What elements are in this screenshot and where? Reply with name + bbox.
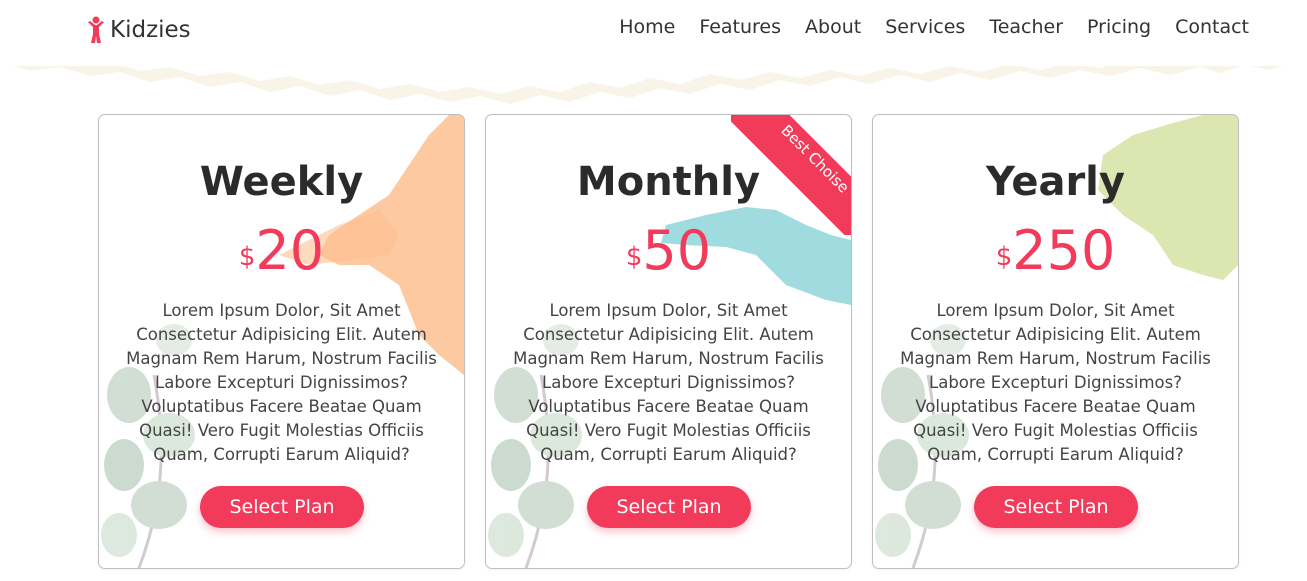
nav-pricing[interactable]: Pricing bbox=[1087, 16, 1151, 38]
plan-description: Lorem Ipsum Dolor, Sit Amet Consectetur … bbox=[126, 301, 437, 464]
plan-card-weekly: Weekly $20 Lorem Ipsum Dolor, Sit Amet C… bbox=[98, 114, 465, 569]
select-plan-button[interactable]: Select Plan bbox=[200, 486, 364, 528]
price-currency: $ bbox=[238, 242, 256, 272]
plan-description: Lorem Ipsum Dolor, Sit Amet Consectetur … bbox=[513, 301, 824, 464]
nav-contact[interactable]: Contact bbox=[1175, 16, 1249, 38]
nav-services[interactable]: Services bbox=[885, 16, 965, 38]
site-header: Kidzies Home Features About Services Tea… bbox=[0, 0, 1307, 66]
nav-about[interactable]: About bbox=[805, 16, 861, 38]
child-figure-icon bbox=[88, 16, 104, 43]
plan-description: Lorem Ipsum Dolor, Sit Amet Consectetur … bbox=[900, 301, 1211, 464]
plan-price: $20 bbox=[99, 219, 464, 282]
brand-name: Kidzies bbox=[110, 17, 191, 43]
plan-card-monthly: Best Choise Monthly $50 Lorem Ipsum Dolo… bbox=[485, 114, 852, 569]
nav-features[interactable]: Features bbox=[699, 16, 781, 38]
brand-logo[interactable]: Kidzies bbox=[86, 14, 191, 46]
price-amount: 20 bbox=[255, 219, 325, 282]
nav-home[interactable]: Home bbox=[619, 16, 675, 38]
select-plan-button[interactable]: Select Plan bbox=[974, 486, 1138, 528]
plan-price: $250 bbox=[873, 219, 1238, 282]
plan-name: Yearly bbox=[986, 159, 1125, 205]
ribbon-label: Best Choise bbox=[731, 115, 851, 235]
best-choice-ribbon: Best Choise bbox=[731, 115, 851, 235]
nav-teacher[interactable]: Teacher bbox=[989, 16, 1063, 38]
price-currency: $ bbox=[995, 242, 1013, 272]
plan-name: Weekly bbox=[199, 159, 364, 205]
select-plan-button[interactable]: Select Plan bbox=[587, 486, 751, 528]
price-amount: 50 bbox=[642, 219, 712, 282]
price-amount: 250 bbox=[1012, 219, 1116, 282]
price-currency: $ bbox=[625, 242, 643, 272]
plan-card-yearly: Yearly $250 Lorem Ipsum Dolor, Sit Amet … bbox=[872, 114, 1239, 569]
main-nav: Home Features About Services Teacher Pri… bbox=[619, 16, 1249, 38]
